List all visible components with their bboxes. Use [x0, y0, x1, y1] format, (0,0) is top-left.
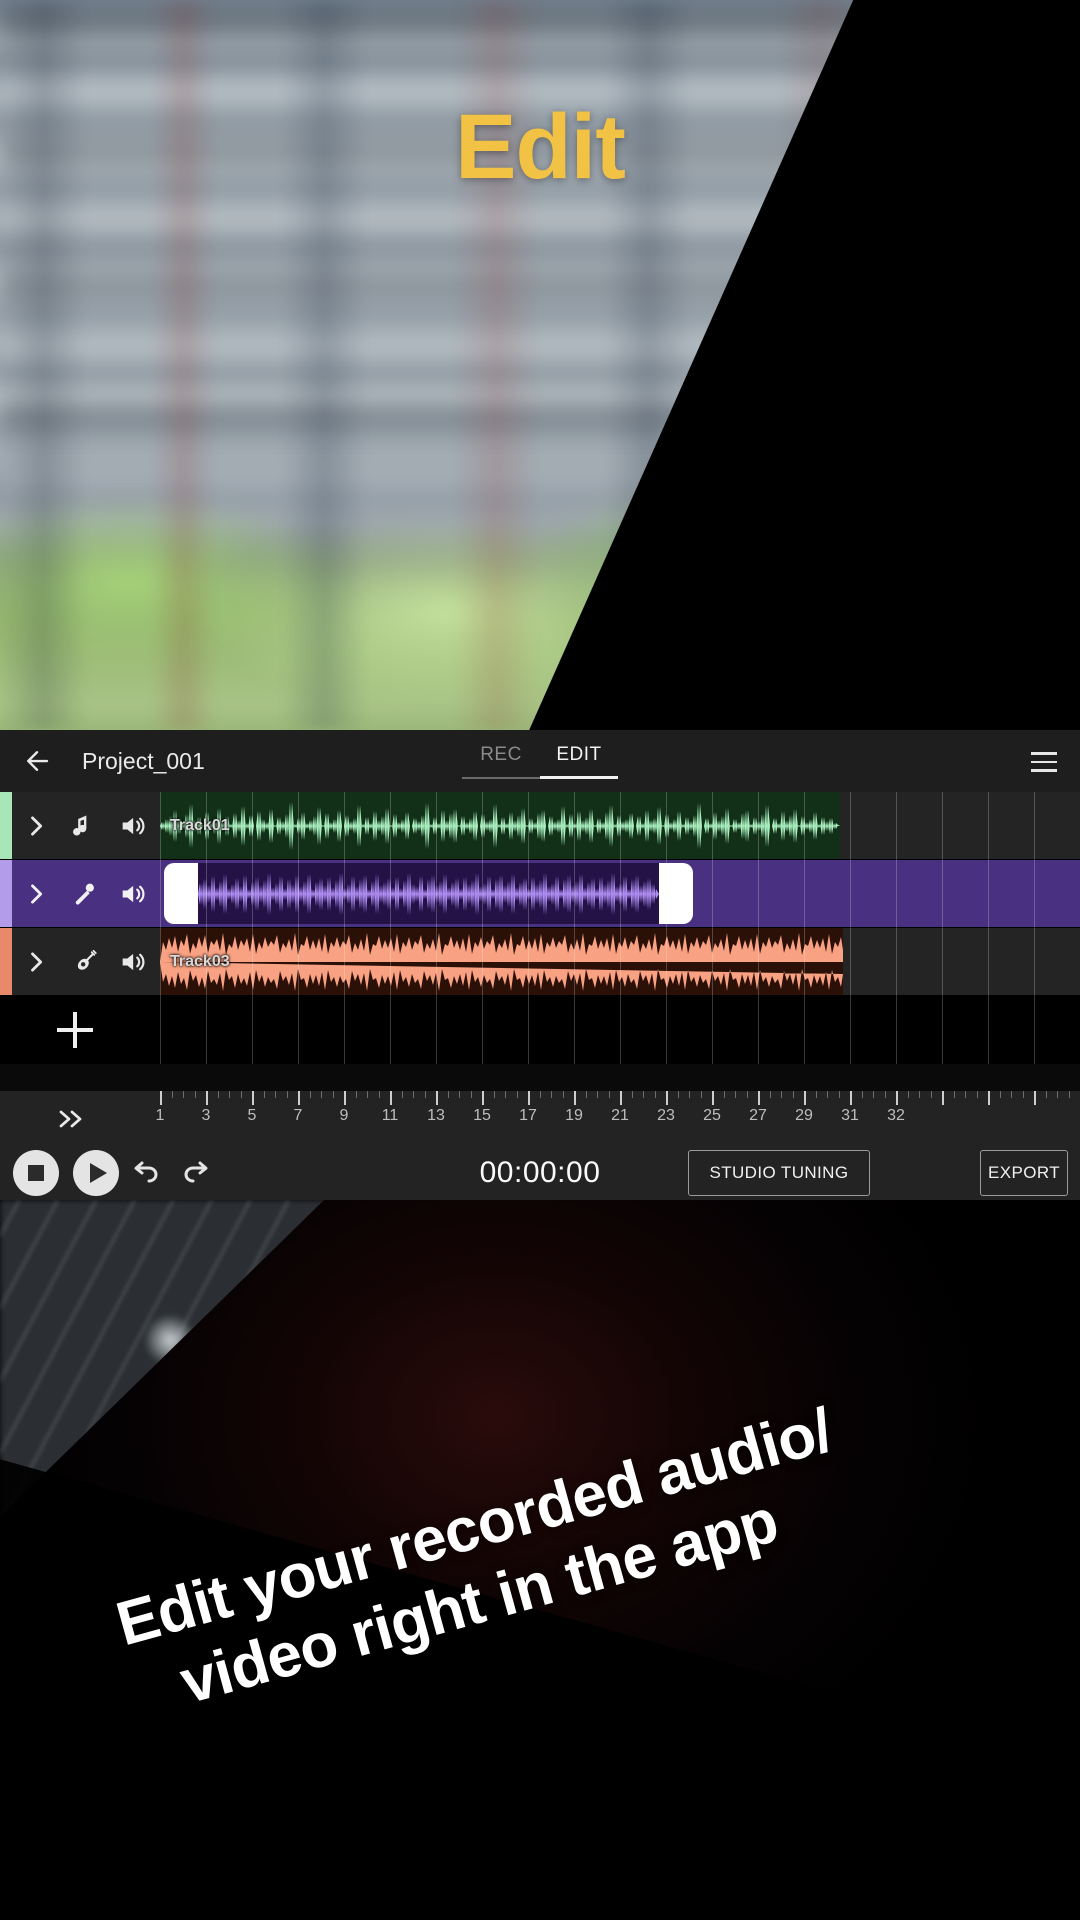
redo-button[interactable]: [171, 1150, 223, 1196]
ruler-bar-number: 15: [473, 1107, 491, 1124]
audio-clip[interactable]: Track01: [160, 792, 840, 859]
ruler-bar-number: 5: [247, 1107, 257, 1124]
undo-icon: [134, 1161, 158, 1183]
speaker-icon: [122, 817, 145, 834]
app-window: Project_001 REC EDIT Track01 Track03 1 3…: [0, 730, 1080, 1200]
timeline-ruler: 1 3 5 7 9 11 13 15 17 19 21 23 25 27 29 …: [0, 1091, 1080, 1146]
ruler-bar-number: 17: [519, 1107, 537, 1124]
track-instrument-button[interactable]: [60, 860, 108, 927]
stop-icon: [28, 1165, 44, 1181]
track-volume-button[interactable]: [108, 928, 156, 995]
ruler-bar-number: 13: [427, 1107, 445, 1124]
hamburger-menu-icon[interactable]: [1024, 744, 1064, 780]
double-chevron-right-icon: [59, 1110, 82, 1128]
transport-bar: 00:00:00 STUDIO TUNING EXPORT: [0, 1146, 1080, 1200]
arrow-left-icon: [27, 751, 49, 771]
studio-tuning-button[interactable]: STUDIO TUNING: [688, 1150, 870, 1196]
track-header: [0, 792, 160, 859]
waveform: [160, 802, 840, 850]
audio-clip-selected[interactable]: [164, 860, 693, 927]
clip-label: Track03: [170, 952, 230, 970]
app-header: Project_001 REC EDIT: [0, 730, 1080, 792]
play-icon: [90, 1163, 107, 1183]
chevron-right-icon: [31, 951, 43, 972]
track-header: [0, 860, 160, 927]
ruler-bar-number: 9: [339, 1107, 349, 1124]
clip-label: Track01: [170, 816, 230, 834]
ruler-bar-number: 11: [381, 1107, 399, 1124]
chevron-right-icon: [31, 883, 43, 904]
ruler-bar-number: 7: [293, 1107, 303, 1124]
plus-icon[interactable]: [57, 1012, 93, 1048]
waveform: [160, 933, 843, 991]
waveform: [198, 873, 659, 915]
add-track-row[interactable]: [0, 996, 1080, 1064]
ruler-bar-number: 25: [703, 1107, 721, 1124]
track-expand-button[interactable]: [12, 928, 60, 995]
ruler-bar-number: 21: [611, 1107, 629, 1124]
tab-edit[interactable]: EDIT: [540, 744, 618, 779]
redo-icon: [184, 1161, 208, 1183]
timecode-display: 00:00:00: [479, 1156, 601, 1189]
mode-tabs: REC EDIT: [462, 744, 618, 779]
stop-button[interactable]: [13, 1150, 59, 1196]
timeline: Track01 Track03: [0, 792, 1080, 1091]
speaker-icon: [122, 953, 145, 970]
speaker-icon: [122, 885, 145, 902]
track-instrument-button[interactable]: [60, 792, 108, 859]
track-expand-button[interactable]: [12, 860, 60, 927]
export-button[interactable]: EXPORT: [980, 1150, 1068, 1196]
music-note-icon: [73, 815, 87, 836]
tab-rec[interactable]: REC: [462, 744, 540, 779]
clip-trim-handle-right[interactable]: [659, 863, 693, 924]
ruler-bar-number: 32: [887, 1107, 905, 1124]
track-clip-area[interactable]: [160, 860, 1080, 927]
project-title: Project_001: [82, 748, 205, 774]
track-expand-button[interactable]: [12, 792, 60, 859]
promo-screenshot: Edit Project_001 REC EDIT Track01 Track0…: [0, 0, 1080, 1920]
track-row[interactable]: Track03: [0, 928, 1080, 996]
ruler-bar-number: 27: [749, 1107, 767, 1124]
track-instrument-button[interactable]: [60, 928, 108, 995]
track-clip-area[interactable]: Track03: [160, 928, 1080, 995]
track-header: [0, 928, 160, 995]
hero-top-image: Edit: [0, 0, 1080, 730]
track-clip-area[interactable]: Track01: [160, 792, 1080, 859]
audio-clip[interactable]: Track03: [160, 928, 843, 995]
ruler-bar-number: 31: [841, 1107, 859, 1124]
track-volume-button[interactable]: [108, 792, 156, 859]
back-button[interactable]: [14, 742, 60, 780]
ruler-ticks[interactable]: 1 3 5 7 9 11 13 15 17 19 21 23 25 27 29 …: [156, 1091, 1080, 1146]
chevron-right-icon: [31, 815, 43, 836]
track-row[interactable]: [0, 860, 1080, 928]
undo-button[interactable]: [119, 1150, 171, 1196]
ruler-bar-number: 19: [565, 1107, 583, 1124]
fast-forward-button[interactable]: [52, 1105, 92, 1133]
ruler-bar-number: 1: [155, 1107, 165, 1124]
track-row[interactable]: Track01: [0, 792, 1080, 860]
play-button[interactable]: [73, 1150, 119, 1196]
guitar-icon: [77, 949, 97, 970]
ruler-bar-number: 23: [657, 1107, 675, 1124]
ruler-bar-number: 3: [201, 1107, 211, 1124]
microphone-icon: [75, 883, 94, 905]
hero-title: Edit: [455, 96, 626, 198]
track-volume-button[interactable]: [108, 860, 156, 927]
clip-trim-handle-left[interactable]: [164, 863, 198, 924]
hero-bottom-image: Edit your recorded audio/ video right in…: [0, 1200, 1080, 1920]
ruler-bar-number: 29: [795, 1107, 813, 1124]
